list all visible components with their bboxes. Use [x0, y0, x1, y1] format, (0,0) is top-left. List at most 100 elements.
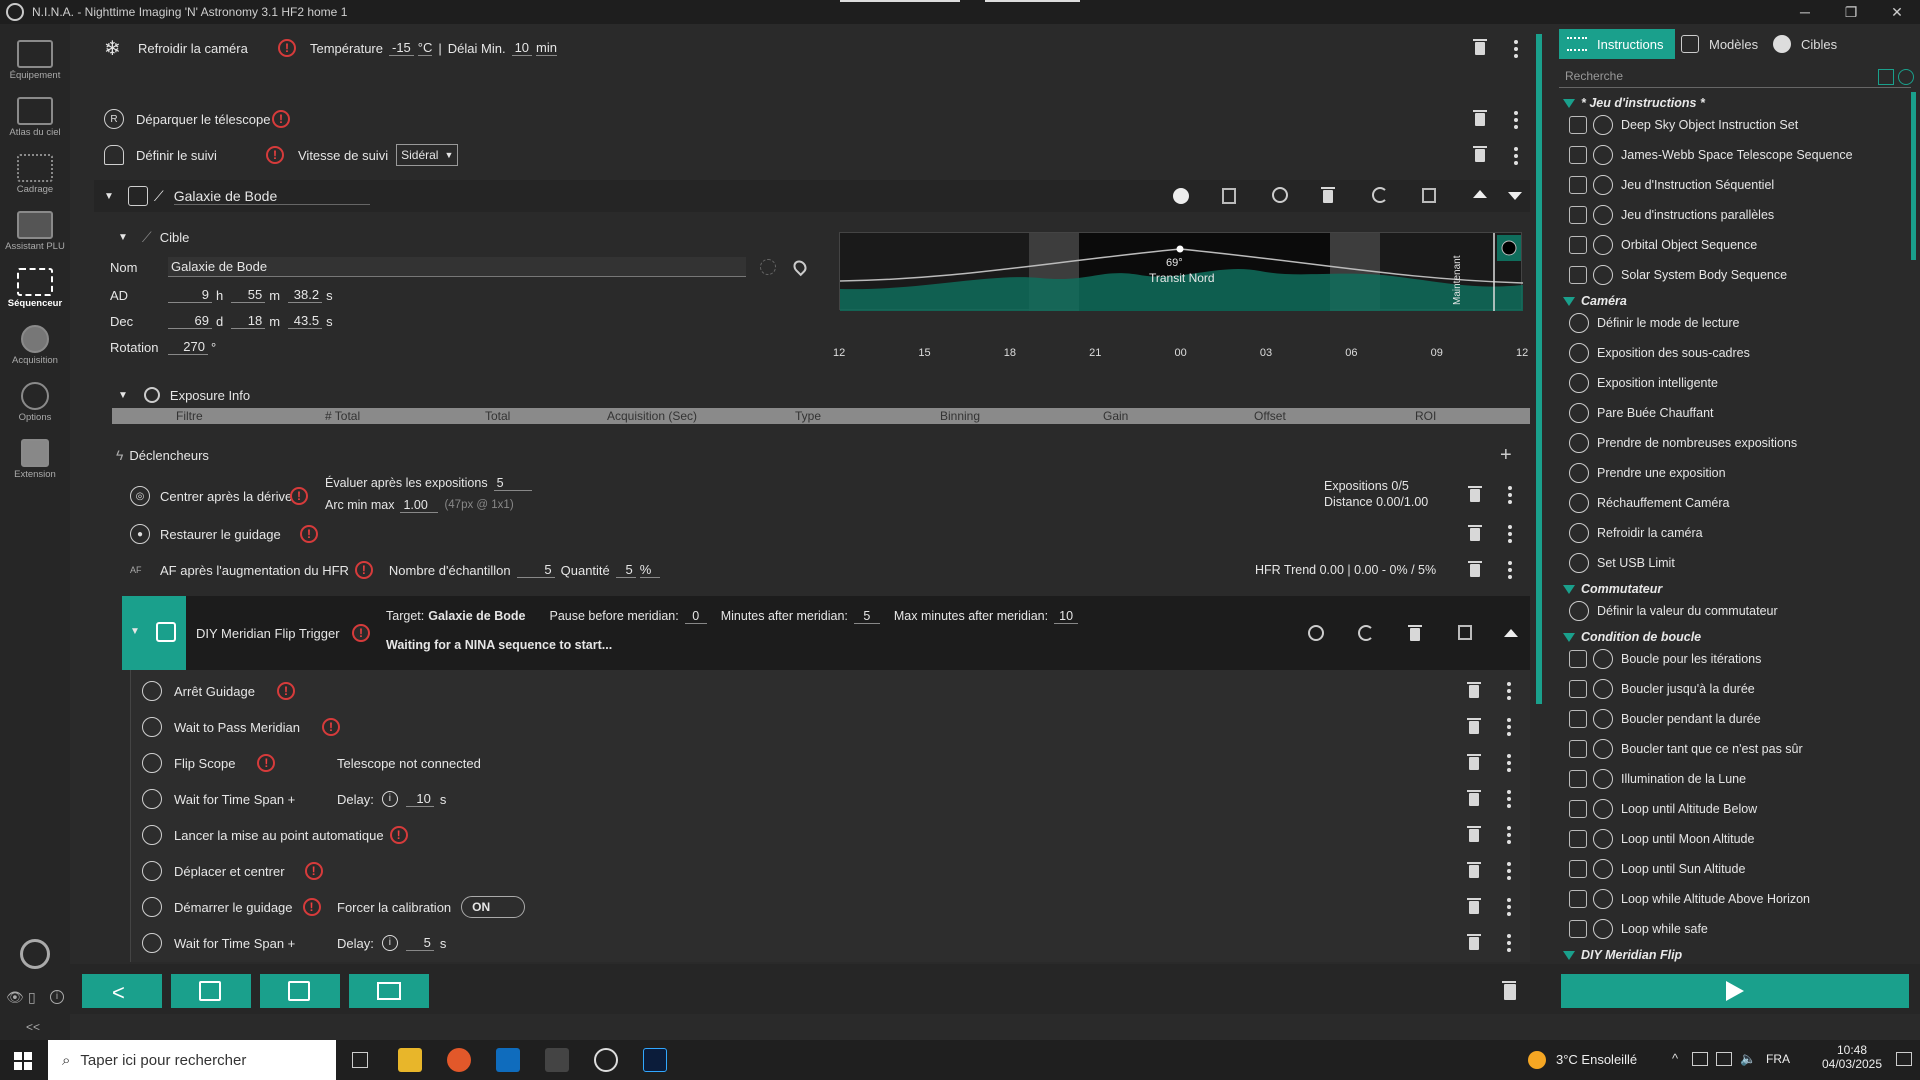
more-icon[interactable]	[1514, 40, 1518, 61]
eval-input[interactable]: 5	[493, 476, 532, 491]
outlook-icon[interactable]	[496, 1048, 520, 1072]
after-input[interactable]: 5	[853, 609, 880, 624]
power-toggle-icon[interactable]	[1308, 625, 1324, 641]
category-header[interactable]: Commutateur	[1563, 582, 1662, 596]
nav-sequencer[interactable]: Séquenceur	[0, 262, 70, 318]
delete-icon[interactable]	[1467, 862, 1481, 878]
chevron-down-icon[interactable]: ▼	[118, 390, 128, 401]
tray-volume-icon[interactable]: 🔈	[1740, 1051, 1756, 1067]
record-icon[interactable]	[1173, 188, 1189, 204]
more-icon[interactable]	[1507, 754, 1511, 775]
collapse-sidebar-button[interactable]: <<	[26, 1020, 40, 1034]
delete-icon[interactable]	[1473, 146, 1487, 162]
main-scrollbar[interactable]	[1536, 34, 1542, 704]
delay-input[interactable]: 10	[511, 40, 533, 56]
collapse-icon[interactable]	[1504, 629, 1518, 637]
more-icon[interactable]	[1508, 486, 1512, 507]
info-icon[interactable]: i	[381, 935, 398, 951]
category-header[interactable]: Condition de boucle	[1563, 630, 1701, 644]
dec-minutes-input[interactable]: 18	[231, 313, 266, 329]
instruction-item[interactable]: Orbital Object Sequence	[1569, 232, 1757, 258]
reset-icon[interactable]	[1372, 187, 1388, 203]
instruction-item[interactable]: Boucler jusqu'à la durée	[1569, 676, 1755, 702]
delay-input[interactable]: 5	[405, 935, 434, 951]
more-icon[interactable]	[1507, 934, 1511, 955]
instruction-item[interactable]: Jeu d'instructions parallèles	[1569, 202, 1774, 228]
save-as-button[interactable]	[171, 974, 251, 1008]
info-icon[interactable]: i	[50, 990, 64, 1004]
tray-chevron-icon[interactable]: ^	[1672, 1051, 1678, 1066]
nav-equipment[interactable]: Équipement	[0, 34, 70, 90]
close-button[interactable]: ✕	[1874, 0, 1920, 24]
move-down-icon[interactable]	[1508, 192, 1522, 200]
delete-icon[interactable]	[1321, 187, 1335, 203]
reset-icon[interactable]	[1358, 625, 1374, 641]
info-icon[interactable]: i	[381, 791, 398, 807]
delay-input[interactable]: 10	[405, 791, 434, 807]
nav-sky-atlas[interactable]: Atlas du ciel	[0, 91, 70, 147]
instruction-item[interactable]: Set USB Limit	[1569, 550, 1675, 576]
more-icon[interactable]	[1507, 898, 1511, 919]
add-trigger-button[interactable]: +	[1500, 444, 1512, 467]
file-explorer-icon[interactable]	[398, 1048, 422, 1072]
delete-icon[interactable]	[1408, 625, 1422, 641]
delete-icon[interactable]	[1468, 525, 1482, 541]
ra-hours-input[interactable]: 9	[168, 287, 212, 303]
clock[interactable]: 10:48 04/03/2025	[1812, 1043, 1892, 1071]
dec-seconds-input[interactable]: 43.5	[288, 313, 323, 329]
weather-text[interactable]: 3°C Ensoleillé	[1556, 1052, 1637, 1067]
dso-name[interactable]: Galaxie de Bode	[173, 188, 370, 205]
instruction-search-input[interactable]: Recherche	[1559, 66, 1911, 88]
delete-icon[interactable]	[1467, 898, 1481, 914]
delete-icon[interactable]	[1467, 934, 1481, 950]
grab-coordinates-icon[interactable]	[760, 259, 776, 275]
delete-icon[interactable]	[1467, 754, 1481, 770]
tab-targets[interactable]: Cibles	[1773, 29, 1853, 59]
delete-icon[interactable]	[1468, 486, 1482, 502]
instruction-item[interactable]: Prendre une exposition	[1569, 460, 1726, 486]
more-icon[interactable]	[1508, 561, 1512, 582]
delete-icon[interactable]	[1473, 39, 1487, 55]
temp-input[interactable]: -15	[388, 40, 414, 56]
category-header[interactable]: Caméra	[1563, 294, 1627, 308]
nav-flat-wizard[interactable]: Assistant PLU	[0, 205, 70, 261]
more-icon[interactable]	[1507, 718, 1511, 739]
instruction-item[interactable]: Réchauffement Caméra	[1569, 490, 1729, 516]
tracking-rate-select[interactable]: Sidéral ▼	[396, 144, 459, 166]
more-icon[interactable]	[1507, 790, 1511, 811]
chevron-down-icon[interactable]: ▼	[130, 626, 140, 637]
photoshop-icon[interactable]	[643, 1048, 667, 1072]
more-icon[interactable]	[1507, 862, 1511, 883]
delete-icon[interactable]	[1467, 682, 1481, 698]
instruction-item[interactable]: Loop while Altitude Above Horizon	[1569, 886, 1810, 912]
instruction-item[interactable]: Loop until Sun Altitude	[1569, 856, 1745, 882]
instruction-item[interactable]: Deep Sky Object Instruction Set	[1569, 112, 1798, 138]
dec-degrees-input[interactable]: 69	[168, 313, 212, 329]
more-icon[interactable]	[1514, 111, 1518, 132]
clear-sequence-icon[interactable]	[1502, 981, 1516, 1000]
tab-instructions[interactable]: Instructions	[1559, 29, 1675, 59]
nav-options[interactable]: Options	[0, 376, 70, 432]
taskbar-search[interactable]: ⌕ Taper ici pour rechercher	[48, 1040, 336, 1080]
open-sequence-button[interactable]	[349, 974, 429, 1008]
instruction-item[interactable]: Jeu d'Instruction Séquentiel	[1569, 172, 1774, 198]
duplicate-icon[interactable]	[1422, 188, 1436, 203]
minimize-button[interactable]: ─	[1782, 0, 1828, 24]
chevron-down-icon[interactable]: ▼	[104, 191, 114, 202]
target-name-input[interactable]: Galaxie de Bode	[168, 257, 746, 277]
delete-icon[interactable]	[1467, 718, 1481, 734]
instruction-item[interactable]: Solar System Body Sequence	[1569, 262, 1787, 288]
maximize-button[interactable]: ❐	[1828, 0, 1874, 24]
more-icon[interactable]	[1507, 826, 1511, 847]
nina-taskbar-icon[interactable]	[594, 1048, 618, 1072]
instruction-item[interactable]: Boucle pour les itérations	[1569, 646, 1761, 672]
quantity-input[interactable]: 5	[615, 562, 636, 578]
power-toggle-icon[interactable]	[1272, 187, 1288, 203]
pause-input[interactable]: 0	[684, 609, 707, 624]
duplicate-icon[interactable]	[1458, 625, 1472, 640]
instruction-item[interactable]: Prendre de nombreuses expositions	[1569, 430, 1797, 456]
instruction-item[interactable]: James-Webb Space Telescope Sequence	[1569, 142, 1853, 168]
arcmin-input[interactable]: 1.00	[400, 498, 439, 513]
firefox-icon[interactable]	[447, 1048, 471, 1072]
notifications-icon[interactable]	[1896, 1052, 1912, 1066]
